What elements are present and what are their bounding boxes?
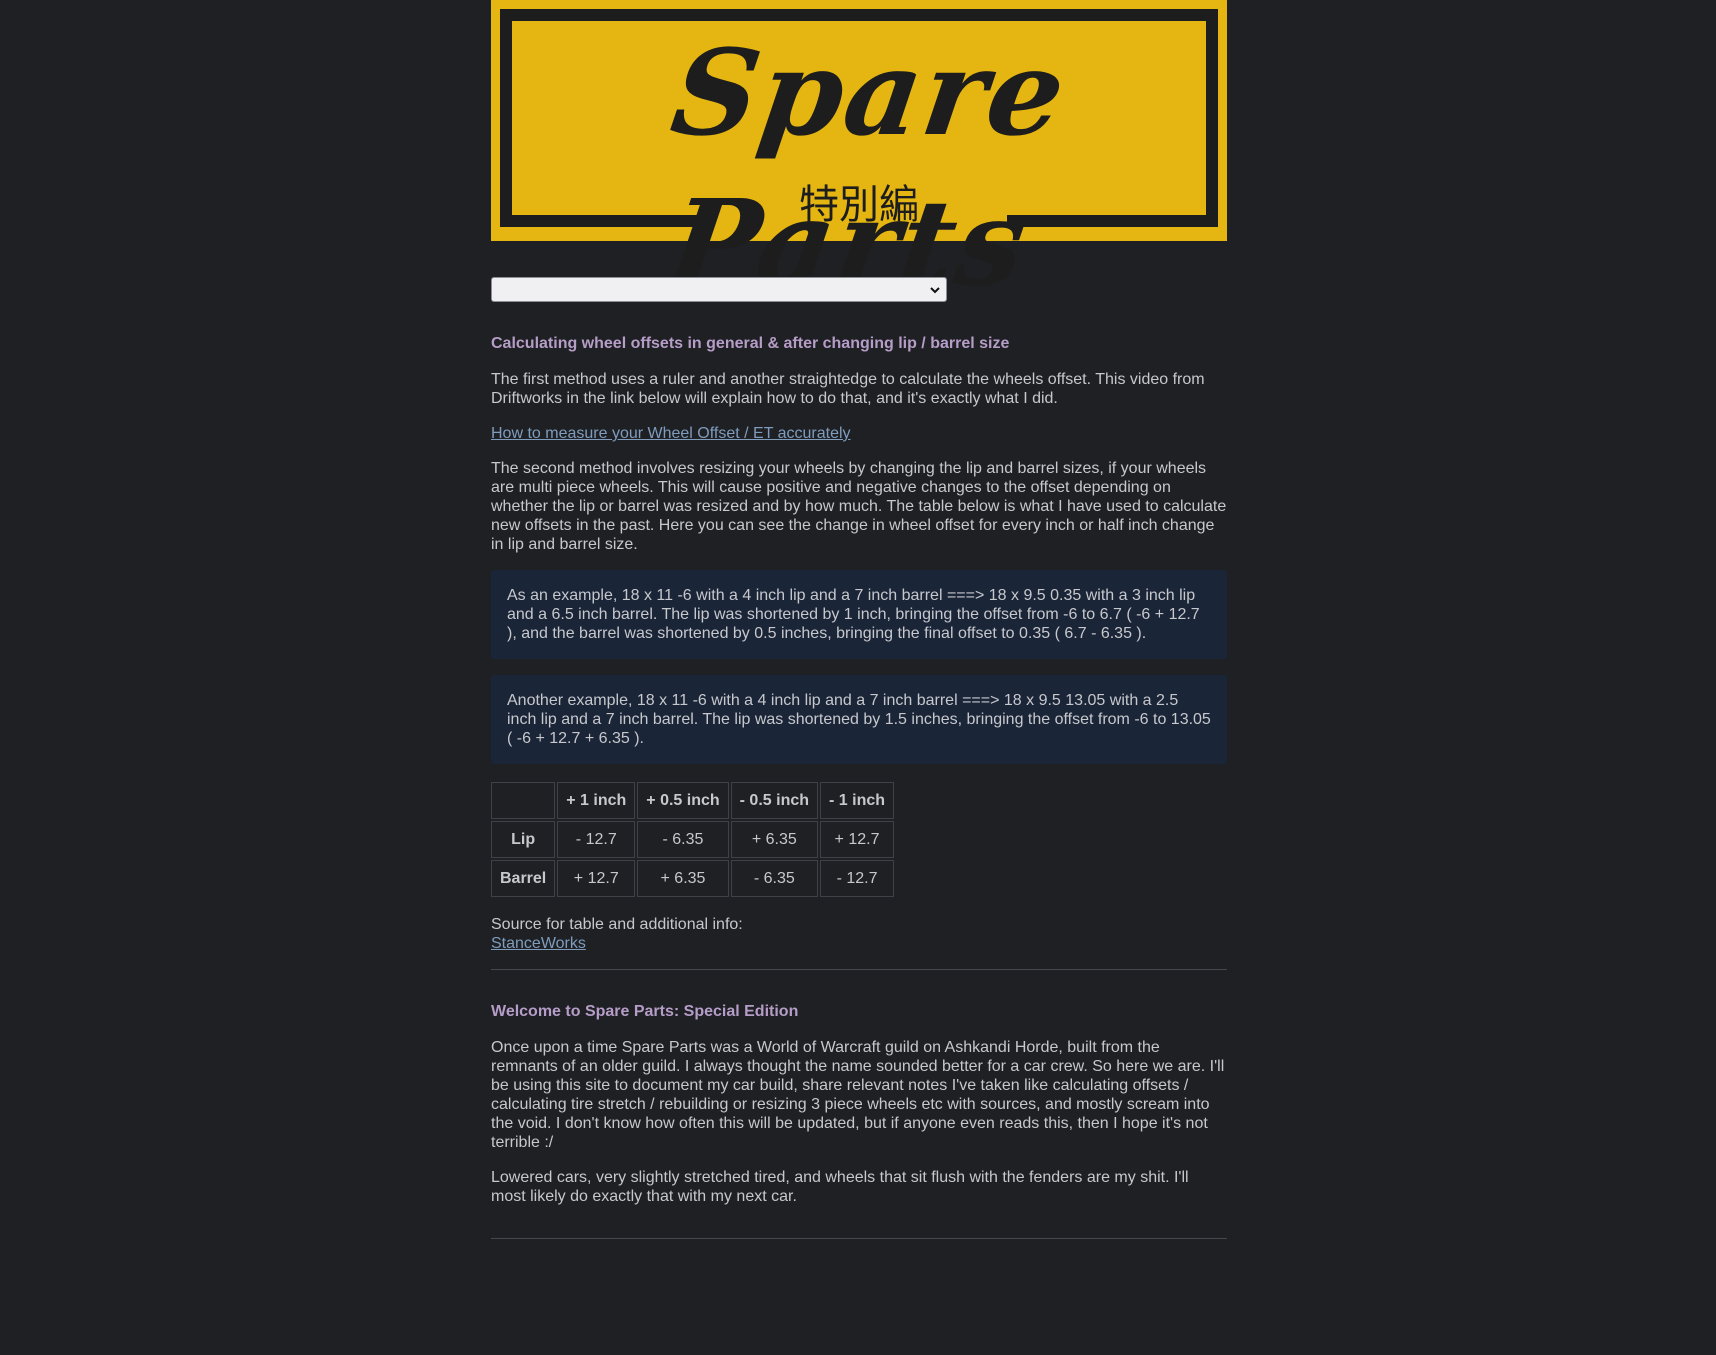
table-cell: - 12.7 <box>557 821 636 858</box>
table-header-cell: + 0.5 inch <box>637 782 729 819</box>
table-header-cell <box>491 782 556 819</box>
welcome-paragraph-2: Lowered cars, very slightly stretched ti… <box>491 1169 1189 1205</box>
table-cell: + 12.7 <box>557 860 636 897</box>
welcome-article-heading: Welcome to Spare Parts: Special Edition <box>491 1003 799 1020</box>
offset-change-table: + 1 inch + 0.5 inch - 0.5 inch - 1 inch … <box>489 780 896 899</box>
table-source-label: Source for table and additional info: <box>491 916 743 933</box>
table-header-cell: - 1 inch <box>820 782 895 819</box>
table-row-label: Barrel <box>491 860 556 897</box>
chevron-down-icon <box>930 287 940 294</box>
table-header-cell: - 0.5 inch <box>730 782 819 819</box>
table-cell: + 6.35 <box>730 821 819 858</box>
table-row: Barrel + 12.7 + 6.35 - 6.35 - 12.7 <box>491 860 895 897</box>
offsets-paragraph-2: The second method involves resizing your… <box>491 460 1227 553</box>
banner-logo-title: Spare Parts <box>661 23 1076 312</box>
banner-logo-subtitle: 特別編 <box>799 182 919 228</box>
site-banner: Spare Parts 特別編 <box>491 0 1227 312</box>
table-source: Source for table and additional info: St… <box>491 915 1227 953</box>
table-header-row: + 1 inch + 0.5 inch - 0.5 inch - 1 inch <box>491 782 895 819</box>
welcome-paragraph-1: Once upon a time Spare Parts was a World… <box>491 1039 1225 1151</box>
table-cell: - 6.35 <box>637 821 729 858</box>
table-cell: + 12.7 <box>820 821 895 858</box>
table-header-cell: + 1 inch <box>557 782 636 819</box>
stanceworks-link[interactable]: StanceWorks <box>491 935 586 952</box>
table-cell: - 12.7 <box>820 860 895 897</box>
table-cell: + 6.35 <box>637 860 729 897</box>
offsets-article-heading: Calculating wheel offsets in general & a… <box>491 335 1010 352</box>
table-row-label: Lip <box>491 821 556 858</box>
page-container: Spare Parts 特別編 Calculating wheel offset… <box>491 0 1227 1239</box>
welcome-article: Welcome to Spare Parts: Special Edition … <box>491 1002 1227 1206</box>
table-row: Lip - 12.7 - 6.35 + 6.35 + 12.7 <box>491 821 895 858</box>
page-select-dropdown[interactable] <box>491 277 947 302</box>
video-link[interactable]: How to measure your Wheel Offset / ET ac… <box>491 425 851 442</box>
section-divider <box>491 969 1227 970</box>
offsets-article: Calculating wheel offsets in general & a… <box>491 334 1227 953</box>
table-cell: - 6.35 <box>730 860 819 897</box>
example-callout-2: Another example, 18 x 11 -6 with a 4 inc… <box>491 675 1227 764</box>
section-divider <box>491 1238 1227 1239</box>
offsets-paragraph-1: The first method uses a ruler and anothe… <box>491 371 1205 407</box>
video-link-paragraph: How to measure your Wheel Offset / ET ac… <box>491 424 1227 443</box>
example-callout-1: As an example, 18 x 11 -6 with a 4 inch … <box>491 570 1227 659</box>
